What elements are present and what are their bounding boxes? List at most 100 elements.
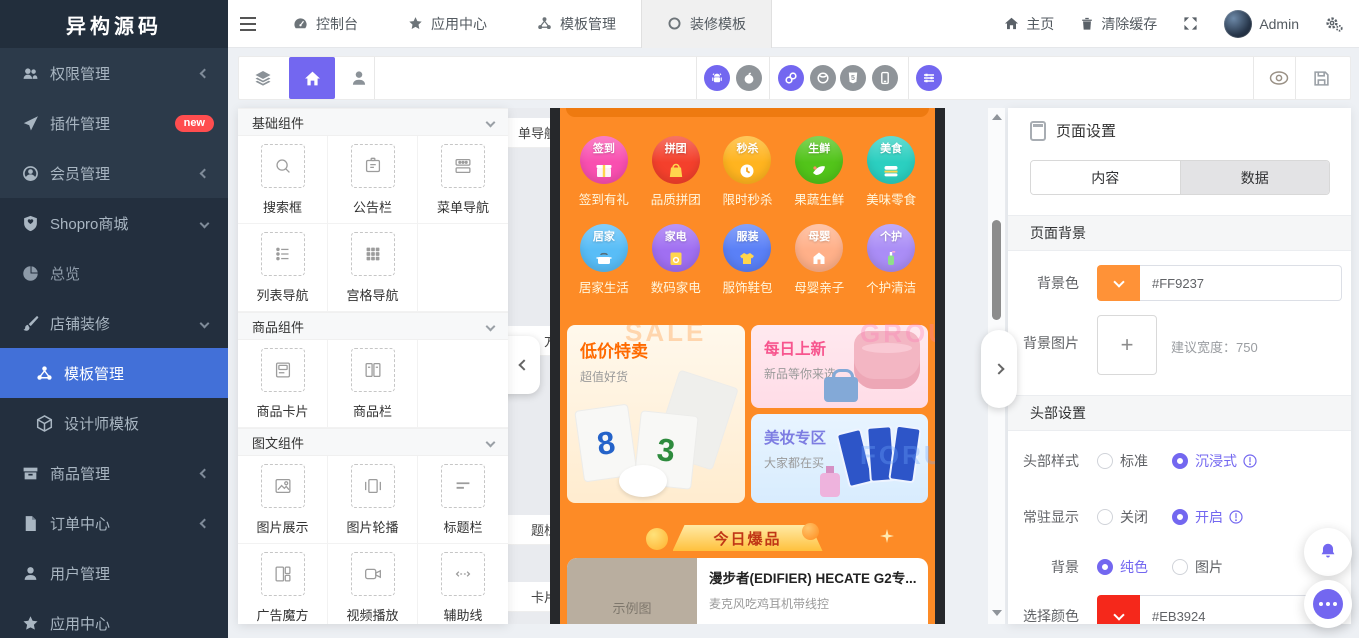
sidebar-item-shopro[interactable]: Shopro商城 xyxy=(0,198,228,248)
radio-immersive[interactable] xyxy=(1172,453,1188,469)
list-nav-icon xyxy=(261,232,305,276)
scroll-up-arrow[interactable] xyxy=(992,114,1002,120)
promo-new-arrivals-card[interactable]: 每日上新 新品等你来选 xyxy=(751,325,928,408)
gear-icon xyxy=(1325,16,1343,32)
component-goods-bar[interactable]: 商品栏 xyxy=(328,340,418,428)
sidebar-item-auth[interactable]: 权限管理 xyxy=(0,48,228,98)
grid-nav-widget: 签到 签到有礼 拼团 品质拼团 秒杀 限时秒杀 生鲜 果蔬生鲜 美食 美味零食 … xyxy=(568,136,927,296)
radio-solid-color[interactable] xyxy=(1097,559,1113,575)
h5-link-toggle[interactable] xyxy=(778,65,804,91)
radio-image[interactable] xyxy=(1172,559,1188,575)
nav-item-flash-sale[interactable]: 秒杀 限时秒杀 xyxy=(712,136,784,208)
tab-template-mgmt[interactable]: 模板管理 xyxy=(512,0,641,48)
bg-color-input[interactable] xyxy=(1140,265,1342,301)
filter-settings-button[interactable] xyxy=(916,65,942,91)
component-search-box[interactable]: 搜索框 xyxy=(238,136,328,224)
component-menu-nav[interactable]: 菜单导航 xyxy=(418,136,508,224)
nav-item-baby[interactable]: 母婴 母婴亲子 xyxy=(783,224,855,296)
tab-content[interactable]: 内容 xyxy=(1031,161,1180,194)
upload-image-button[interactable]: + xyxy=(1097,315,1157,375)
component-notice-bar[interactable]: 公告栏 xyxy=(328,136,418,224)
promo-sale-card[interactable]: 低价特卖 超值好货 8 3 xyxy=(567,325,745,503)
sidebar-item-template-mgmt[interactable]: 模板管理 xyxy=(0,348,228,398)
product-price: ¥ 200.00 xyxy=(709,621,764,624)
component-image-carousel[interactable]: 图片轮播 xyxy=(328,456,418,544)
bell-icon xyxy=(1317,541,1339,563)
component-title-bar[interactable]: 标题栏 xyxy=(418,456,508,544)
nav-item-home-life[interactable]: 居家 居家生活 xyxy=(568,224,640,296)
chevron-down-icon xyxy=(200,319,210,329)
component-helper-line[interactable]: 辅助线 xyxy=(418,544,508,624)
hamburger-icon[interactable] xyxy=(228,0,268,48)
sidebar-item-designer-templates[interactable]: 设计师模板 xyxy=(0,398,228,448)
bg-color-swatch[interactable] xyxy=(1097,265,1140,301)
tab-app-center[interactable]: 应用中心 xyxy=(383,0,512,48)
radio-on[interactable] xyxy=(1172,509,1188,525)
component-video[interactable]: 视频播放 xyxy=(328,544,418,624)
section-image-components[interactable]: 图文组件 xyxy=(238,428,508,456)
tab-data[interactable]: 数据 xyxy=(1180,161,1330,194)
nav-item-signin[interactable]: 签到 签到有礼 xyxy=(568,136,640,208)
navbar-right: 主页 清除缓存 Admin xyxy=(1004,10,1359,38)
component-list-nav[interactable]: 列表导航 xyxy=(238,224,328,312)
radio-standard[interactable] xyxy=(1097,453,1113,469)
component-image-display[interactable]: 图片展示 xyxy=(238,456,328,544)
info-icon xyxy=(1229,510,1243,524)
save-button[interactable] xyxy=(1299,57,1343,99)
section-basic-components[interactable]: 基础组件 xyxy=(238,108,508,136)
layers-button[interactable] xyxy=(241,57,285,99)
component-ad-cube[interactable]: 广告魔方 xyxy=(238,544,328,624)
android-toggle[interactable] xyxy=(704,65,730,91)
sidebar-item-plugins[interactable]: 插件管理 new xyxy=(0,98,228,148)
sidebar-item-shop-design[interactable]: 店铺装修 xyxy=(0,298,228,348)
star-icon xyxy=(22,615,39,632)
spiral-icon xyxy=(816,71,830,85)
component-grid-nav[interactable]: 宫格导航 xyxy=(328,224,418,312)
product-card-widget[interactable]: 示例图 漫步者(EDIFIER) HECATE G2专... 麦克风吃鸡耳机带线… xyxy=(567,558,928,624)
scroll-down-arrow[interactable] xyxy=(992,610,1002,616)
html5-toggle[interactable]: 5 xyxy=(840,65,866,91)
cube-icon xyxy=(36,415,53,432)
pick-color-swatch[interactable] xyxy=(1097,595,1140,624)
radio-off[interactable] xyxy=(1097,509,1113,525)
sidebar-shopro-group: Shopro商城 总览 店铺装修 模板管理 设计师模板 商品管理 订单中心 xyxy=(0,198,228,638)
sidebar-item-app-center[interactable]: 应用中心 xyxy=(0,598,228,638)
nav-item-fashion[interactable]: 服装 服饰鞋包 xyxy=(712,224,784,296)
promo-beauty-card[interactable]: 美妆专区 大家都在买 xyxy=(751,414,928,503)
layers-icon xyxy=(254,70,272,87)
clear-cache-button[interactable]: 清除缓存 xyxy=(1080,14,1157,34)
sidebar-item-members[interactable]: 会员管理 xyxy=(0,148,228,198)
expand-icon xyxy=(1183,16,1198,31)
sidebar-item-users[interactable]: 用户管理 xyxy=(0,548,228,598)
app-toggle[interactable] xyxy=(872,65,898,91)
chat-fab[interactable] xyxy=(1304,580,1352,628)
home-page-button[interactable] xyxy=(289,57,335,99)
sidebar-item-orders[interactable]: 订单中心 xyxy=(0,498,228,548)
nav-item-snacks[interactable]: 美食 美味零食 xyxy=(855,136,927,208)
goods-card-icon xyxy=(261,348,305,392)
sidebar-item-overview[interactable]: 总览 xyxy=(0,248,228,298)
nav-item-personal-care[interactable]: 个护 个护清洁 xyxy=(855,224,927,296)
gift-icon xyxy=(594,160,614,180)
settings-gear-button[interactable] xyxy=(1325,16,1343,32)
apple-toggle[interactable] xyxy=(736,65,762,91)
eye-icon xyxy=(1269,70,1289,86)
sidebar-item-goods-mgmt[interactable]: 商品管理 xyxy=(0,448,228,498)
tab-decorate-template[interactable]: 装修模板 xyxy=(641,0,772,48)
component-goods-card[interactable]: 商品卡片 xyxy=(238,340,328,428)
fullscreen-button[interactable] xyxy=(1183,16,1198,31)
collapse-right-handle[interactable] xyxy=(981,330,1017,408)
nav-item-fresh[interactable]: 生鲜 果蔬生鲜 xyxy=(783,136,855,208)
swan-toggle[interactable] xyxy=(810,65,836,91)
nav-item-appliances[interactable]: 家电 数码家电 xyxy=(640,224,712,296)
scrollbar-thumb[interactable] xyxy=(992,220,1001,320)
tab-dashboard[interactable]: 控制台 xyxy=(268,0,383,48)
burger-icon xyxy=(881,160,901,180)
home-link[interactable]: 主页 xyxy=(1004,14,1054,34)
file-icon xyxy=(22,515,39,532)
user-menu[interactable]: Admin xyxy=(1224,10,1299,38)
section-goods-components[interactable]: 商品组件 xyxy=(238,312,508,340)
nav-item-groupon[interactable]: 拼团 品质拼团 xyxy=(640,136,712,208)
emoji-face xyxy=(646,528,668,550)
notification-fab[interactable] xyxy=(1304,528,1352,576)
